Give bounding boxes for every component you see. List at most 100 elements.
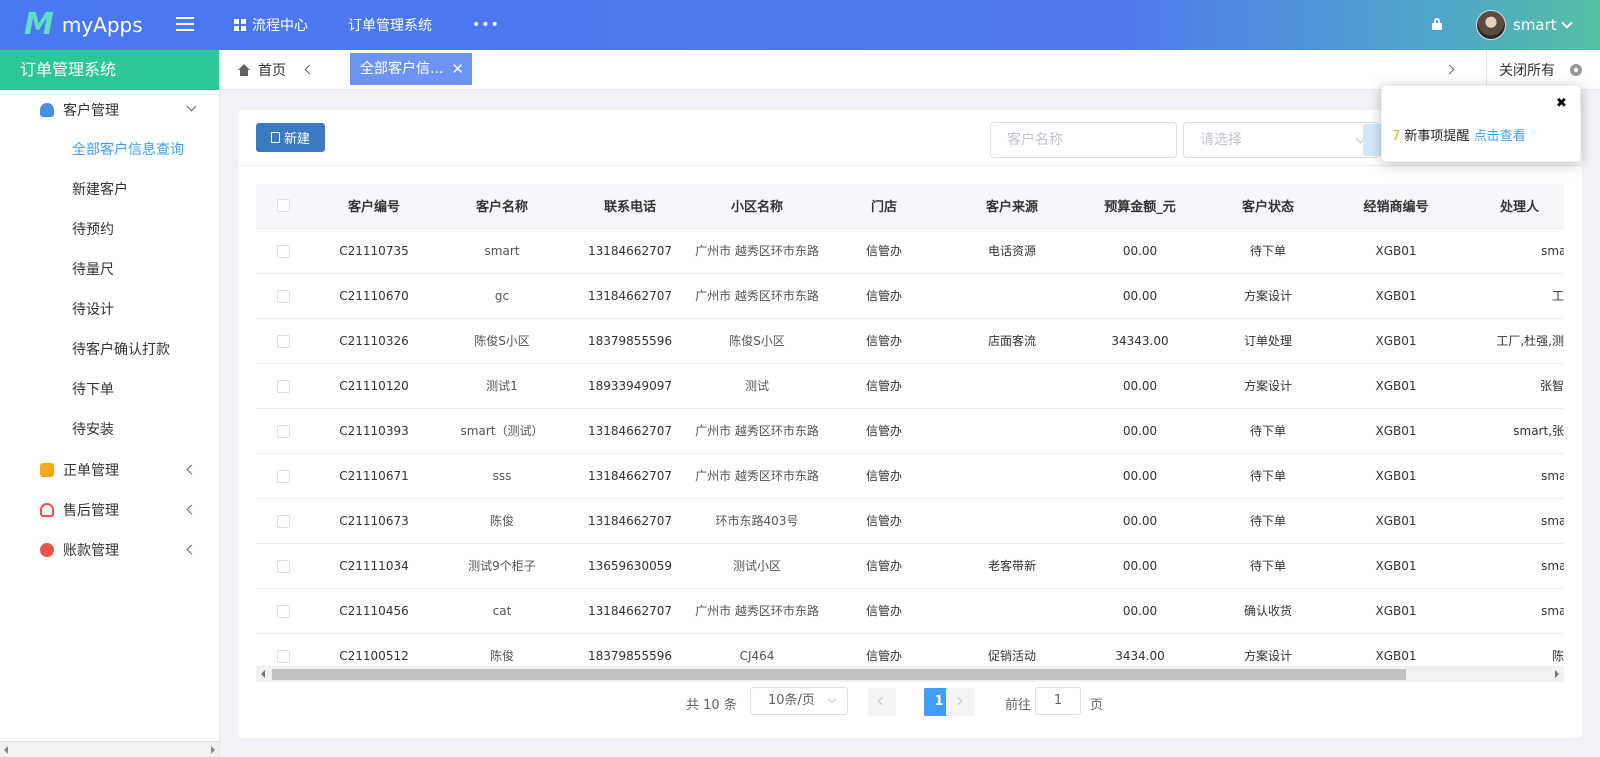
sidebar-item-all-customers[interactable]: 全部客户信息查询	[0, 130, 219, 170]
column-header[interactable]: 联系电话	[566, 184, 694, 229]
close-icon[interactable]: ✖	[1553, 95, 1570, 112]
chevron-right-icon[interactable]	[1444, 64, 1455, 75]
table-cell: 待下单	[1204, 228, 1332, 274]
checkbox[interactable]	[276, 334, 290, 348]
select-placeholder: 请选择	[1200, 132, 1242, 148]
next-page-button[interactable]	[946, 688, 974, 716]
table-cell: XGB01	[1332, 543, 1460, 589]
user-group-icon	[40, 103, 54, 117]
row-checkbox-cell[interactable]	[256, 498, 310, 544]
column-header[interactable]: 门店	[820, 184, 948, 229]
chevron-right-icon	[953, 696, 963, 706]
sidebar-item-pending-measure[interactable]: 待量尺	[0, 250, 219, 290]
column-header[interactable]: 客户编号	[310, 184, 438, 229]
table-row[interactable]: C21110735 smart 13184662707 广州市 越秀区环市东路 信管办电…	[256, 228, 1564, 274]
table-cell: 00.00	[1076, 273, 1204, 319]
sidebar-group-customer[interactable]: 客户管理	[0, 90, 219, 130]
chevron-left-icon	[186, 544, 197, 555]
column-header[interactable]: 客户状态	[1204, 184, 1332, 229]
sidebar-item-pending-payment[interactable]: 待客户确认打款	[0, 330, 219, 370]
sidebar-group-accounts[interactable]: 账款管理	[0, 530, 219, 570]
app-logo[interactable]: M myApps	[24, 10, 143, 40]
nav-item-label: 订单管理系统	[348, 18, 432, 34]
column-header[interactable]: 小区名称	[694, 184, 820, 229]
gear-icon[interactable]	[1570, 64, 1582, 76]
tab-all-customers[interactable]: 全部客户信... ✕	[350, 53, 472, 85]
more-icon[interactable]: •••	[472, 17, 500, 33]
chevron-left-icon[interactable]	[304, 64, 315, 75]
home-icon	[238, 64, 250, 76]
column-header[interactable]: 预算金额_元	[1076, 184, 1204, 229]
row-checkbox-cell[interactable]	[256, 588, 310, 634]
checkbox[interactable]	[276, 649, 290, 663]
table-cell: 信管办	[820, 588, 948, 634]
table-cell: 信管办	[820, 363, 948, 409]
table-cell: XGB01	[1332, 228, 1460, 274]
table-horizontal-scrollbar[interactable]	[256, 666, 1564, 682]
checkbox[interactable]	[276, 559, 290, 573]
table-row[interactable]: C21110120 测试1 18933949097 测试 信管办 00.00 方案设计 XGB…	[256, 363, 1564, 409]
user-menu[interactable]: smart	[1476, 10, 1573, 40]
sidebar-group-label: 正单管理	[63, 463, 119, 479]
table-row[interactable]: C21111034 测试9个柜子 13659630059 测试小区 信管办 老客带新 00.…	[256, 543, 1564, 589]
menu-toggle-icon[interactable]	[176, 17, 194, 33]
checkbox[interactable]	[276, 379, 290, 393]
checkbox[interactable]	[276, 424, 290, 438]
row-checkbox-cell[interactable]	[256, 273, 310, 319]
close-icon[interactable]: ✕	[451, 53, 464, 85]
sidebar-scrollbar[interactable]	[0, 741, 219, 757]
sidebar-group-orders[interactable]: 正单管理	[0, 450, 219, 490]
column-header[interactable]: 客户来源	[948, 184, 1076, 229]
scroll-right-icon[interactable]	[1555, 670, 1559, 678]
checkbox[interactable]	[276, 469, 290, 483]
select-all-checkbox-cell[interactable]	[256, 184, 310, 229]
notification-link[interactable]: 点击查看	[1474, 129, 1526, 144]
table-row[interactable]: C21110671 sss 13184662707 广州市 越秀区环市东路 信管办 00.…	[256, 453, 1564, 499]
nav-item-order-system[interactable]: 订单管理系统	[348, 15, 432, 35]
checkbox[interactable]	[276, 604, 290, 618]
checkbox[interactable]	[276, 199, 290, 213]
checkbox[interactable]	[276, 289, 290, 303]
row-checkbox-cell[interactable]	[256, 543, 310, 589]
customer-name-input[interactable]: 客户名称	[990, 122, 1177, 158]
table-cell: 订单处理	[1204, 318, 1332, 364]
checkbox[interactable]	[276, 514, 290, 528]
column-header[interactable]: 处理人	[1460, 184, 1564, 229]
page-size-select[interactable]: 10条/页	[750, 687, 848, 715]
sidebar-item-pending-design[interactable]: 待设计	[0, 290, 219, 330]
row-checkbox-cell[interactable]	[256, 363, 310, 409]
sidebar-group-after-sales[interactable]: 售后管理	[0, 490, 219, 530]
goto-prefix: 前往	[1005, 698, 1032, 713]
table-row[interactable]: C21110670 gc 13184662707 广州市 越秀区环市东路 信管办 00.0…	[256, 273, 1564, 319]
close-all-button[interactable]: 关闭所有	[1486, 50, 1582, 90]
tab-home[interactable]: 首页	[238, 50, 286, 90]
nav-item-process-center[interactable]: 流程中心	[234, 15, 308, 35]
scroll-left-icon[interactable]	[261, 670, 265, 678]
new-button[interactable]: 新建	[256, 123, 325, 152]
table-cell: 方案设计	[1204, 363, 1332, 409]
sidebar-item-new-customer[interactable]: 新建客户	[0, 170, 219, 210]
row-checkbox-cell[interactable]	[256, 408, 310, 454]
row-checkbox-cell[interactable]	[256, 318, 310, 364]
status-select[interactable]: 请选择	[1183, 122, 1379, 158]
table-cell: 00.00	[1076, 453, 1204, 499]
prev-page-button[interactable]	[868, 688, 896, 716]
sidebar-item-pending-install[interactable]: 待安装	[0, 410, 219, 450]
row-checkbox-cell[interactable]	[256, 453, 310, 499]
lock-icon[interactable]	[1432, 18, 1442, 30]
table-row[interactable]: C21110326 陈俊S小区 18379855596 陈俊S小区 信管办 店面客流 343…	[256, 318, 1564, 364]
chevron-left-icon	[186, 464, 197, 475]
table-row[interactable]: C21110456 cat 13184662707 广州市 越秀区环市东路 信管办 00.…	[256, 588, 1564, 634]
row-checkbox-cell[interactable]	[256, 228, 310, 274]
goto-page-input[interactable]: 1	[1035, 687, 1081, 715]
table-row[interactable]: C21100512 陈俊 18379855596 CJ464 信管办 促销活动 3434.0…	[256, 633, 1564, 667]
checkbox[interactable]	[276, 244, 290, 258]
table-row[interactable]: C21110673 陈俊 13184662707 环市东路403号 信管办 00.00 待下…	[256, 498, 1564, 544]
sidebar-item-pending-appointment[interactable]: 待预约	[0, 210, 219, 250]
column-header[interactable]: 客户名称	[438, 184, 566, 229]
row-checkbox-cell[interactable]	[256, 633, 310, 667]
table-row[interactable]: C21110393 smart（测试） 13184662707 广州市 越秀区环市东路…	[256, 408, 1564, 454]
sidebar-item-pending-order[interactable]: 待下单	[0, 370, 219, 410]
column-header[interactable]: 经销商编号	[1332, 184, 1460, 229]
scrollbar-thumb[interactable]	[272, 669, 1406, 680]
